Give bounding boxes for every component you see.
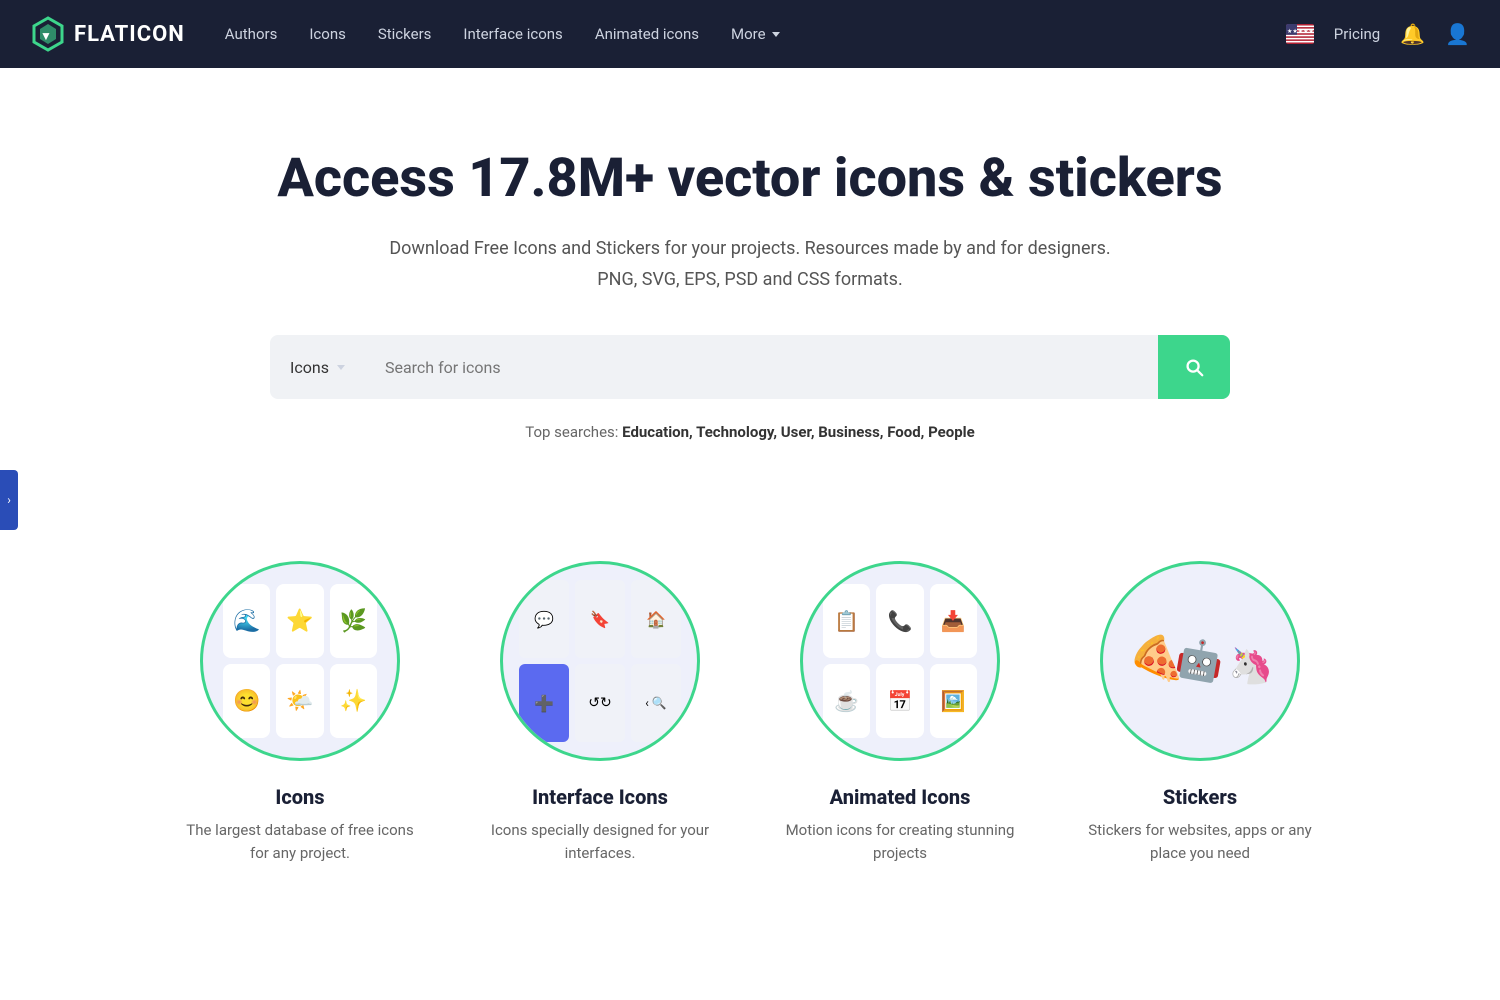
icon-cell-4: 😊 — [223, 664, 270, 738]
iface-cell-3: 🏠 — [631, 580, 681, 658]
nav-link-authors[interactable]: Authors — [225, 25, 278, 43]
iface-cell-5: ‹ 🔍 — [631, 664, 681, 742]
top-searches-values: Education, Technology, User, Business, F… — [622, 423, 975, 441]
hero-subtitle-line1: Download Free Icons and Stickers for you… — [389, 238, 1110, 259]
interface-icons-category-title: Interface Icons — [532, 785, 668, 809]
interface-icons-circle: 💬 🔖 🏠 ➕ ↺↻ ‹ 🔍 — [500, 561, 700, 761]
top-searches: Top searches: Education, Technology, Use… — [20, 423, 1480, 441]
anim-cell-6: 🖼️ — [930, 664, 977, 738]
hero-section: Access 17.8M+ vector icons & stickers Do… — [0, 68, 1500, 501]
hero-subtitle: Download Free Icons and Stickers for you… — [20, 234, 1480, 295]
nav-right: ★★★★★★ Pricing 🔔 👤 — [1286, 22, 1470, 46]
pricing-link[interactable]: Pricing — [1334, 25, 1380, 43]
anim-cell-5: 📅 — [876, 664, 923, 738]
icon-cell-1: 🌊 — [223, 584, 270, 658]
animated-icons-category-desc: Motion icons for creating stunning proje… — [780, 819, 1020, 864]
anim-cell-2: 📞 — [876, 584, 923, 658]
icon-cell-5: 🌤️ — [276, 664, 323, 738]
search-button[interactable] — [1158, 335, 1230, 399]
icons-category[interactable]: 🌊 ⭐ 🌿 😊 🌤️ ✨ Icons The largest database … — [180, 561, 420, 864]
sticker-2: 🤖 — [1173, 636, 1227, 688]
side-expand-arrow[interactable]: › — [0, 470, 18, 530]
stickers-category[interactable]: 🍕 🤖 🦄 Stickers Stickers for websites, ap… — [1080, 561, 1320, 864]
nav-link-icons[interactable]: Icons — [309, 25, 346, 43]
animated-icons-circle: 📋 📞 📥 ☕ 📅 🖼️ — [800, 561, 1000, 761]
stickers-category-desc: Stickers for websites, apps or any place… — [1080, 819, 1320, 864]
icon-cell-2: ⭐ — [276, 584, 323, 658]
language-flag[interactable]: ★★★★★★ — [1286, 24, 1314, 44]
nav-link-animated-icons[interactable]: Animated icons — [595, 25, 699, 43]
icons-circle: 🌊 ⭐ 🌿 😊 🌤️ ✨ — [200, 561, 400, 761]
sticker-3: 🦄 — [1226, 643, 1274, 689]
svg-text:▼: ▼ — [40, 29, 52, 43]
search-type-dropdown[interactable]: Icons — [270, 335, 365, 399]
svg-text:★★★★★★: ★★★★★★ — [1287, 28, 1314, 35]
anim-cell-4: ☕ — [823, 664, 870, 738]
iface-cell-4: ↺↻ — [575, 664, 625, 742]
anim-cell-3: 📥 — [930, 584, 977, 658]
search-input[interactable] — [365, 335, 1158, 399]
nav-links: Authors Icons Stickers Interface icons A… — [225, 25, 1286, 43]
search-icon — [1183, 356, 1205, 378]
bell-icon[interactable]: 🔔 — [1400, 22, 1425, 46]
icon-cell-3: 🌿 — [330, 584, 377, 658]
logo[interactable]: ▼ FLATICON — [30, 16, 185, 52]
logo-text: FLATICON — [74, 22, 185, 47]
stickers-category-title: Stickers — [1163, 785, 1237, 809]
nav-link-stickers[interactable]: Stickers — [378, 25, 432, 43]
iface-cell-1: 💬 — [519, 580, 569, 658]
navbar: ▼ FLATICON Authors Icons Stickers Interf… — [0, 0, 1500, 68]
anim-cell-1: 📋 — [823, 584, 870, 658]
nav-link-interface-icons[interactable]: Interface icons — [463, 25, 562, 43]
interface-icons-category-desc: Icons specially designed for your interf… — [480, 819, 720, 864]
categories-section: 🌊 ⭐ 🌿 😊 🌤️ ✨ Icons The largest database … — [0, 501, 1500, 944]
iface-cell-2: 🔖 — [575, 580, 625, 658]
hero-subtitle-line2: PNG, SVG, EPS, PSD and CSS formats. — [597, 269, 902, 290]
nav-link-more[interactable]: More — [731, 25, 780, 43]
icon-cell-6: ✨ — [330, 664, 377, 738]
iface-cell-accent: ➕ — [519, 664, 569, 742]
stickers-circle: 🍕 🤖 🦄 — [1100, 561, 1300, 761]
dropdown-chevron-icon — [337, 365, 345, 370]
user-icon[interactable]: 👤 — [1445, 22, 1470, 46]
hero-title: Access 17.8M+ vector icons & stickers — [20, 148, 1480, 210]
icons-category-title: Icons — [275, 785, 324, 809]
interface-icons-category[interactable]: 💬 🔖 🏠 ➕ ↺↻ ‹ 🔍 Interface Icons Icons spe… — [480, 561, 720, 864]
search-bar: Icons — [270, 335, 1230, 399]
chevron-down-icon — [772, 32, 780, 37]
animated-icons-category[interactable]: 📋 📞 📥 ☕ 📅 🖼️ Animated Icons Motion icons… — [780, 561, 1020, 864]
icons-category-desc: The largest database of free icons for a… — [180, 819, 420, 864]
animated-icons-category-title: Animated Icons — [830, 785, 971, 809]
